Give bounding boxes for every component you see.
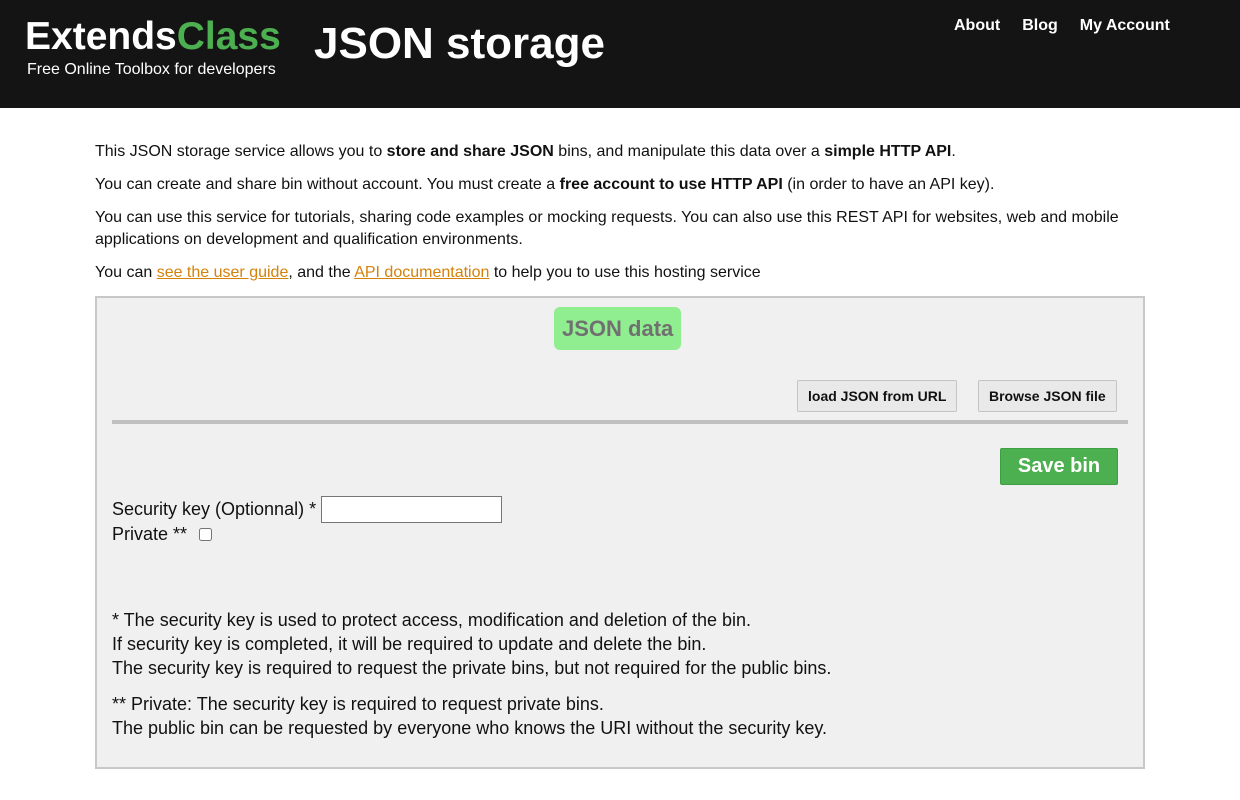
intro-paragraph: This JSON storage service allows you to …	[95, 143, 956, 160]
brand-logo[interactable]: ExtendsClass	[25, 14, 281, 60]
intro-paragraph: You can use this service for tutorials, …	[95, 209, 1119, 248]
top-nav: About Blog My Account	[954, 17, 1170, 35]
note-line: ** Private: The security key is required…	[112, 694, 604, 714]
user-guide-link[interactable]: see the user guide	[157, 264, 289, 281]
note-line: * The security key is used to protect ac…	[112, 610, 752, 630]
page-title: JSON storage	[314, 19, 605, 68]
brand-accent: Class	[176, 15, 281, 58]
private-checkbox[interactable]	[199, 528, 213, 541]
load-json-from-url-button[interactable]: load JSON from URL	[797, 380, 958, 412]
site-header: ExtendsClass Free Online Toolbox for dev…	[0, 0, 1240, 108]
security-notes: * The security key is used to protect ac…	[112, 608, 1122, 740]
nav-about[interactable]: About	[954, 17, 1000, 35]
brand-name: Extends	[25, 15, 177, 58]
private-row: Private **	[112, 524, 213, 545]
json-data-panel: JSON data load JSON from URL Browse JSON…	[95, 296, 1145, 769]
intro-text: This JSON storage service allows you to …	[95, 141, 1145, 295]
intro-paragraph: You can create and share bin without acc…	[95, 176, 995, 193]
note-line: The public bin can be requested by every…	[112, 718, 828, 738]
api-documentation-link[interactable]: API documentation	[354, 264, 489, 281]
intro-paragraph: You can see the user guide, and the API …	[95, 264, 761, 281]
editor-divider	[112, 420, 1128, 424]
note-line: The security key is required to request …	[112, 658, 832, 678]
note-line: If security key is completed, it will be…	[112, 634, 707, 654]
private-label: Private **	[112, 524, 188, 544]
panel-title: JSON data	[554, 307, 682, 350]
save-bin-button[interactable]: Save bin	[1000, 448, 1118, 485]
browse-json-file-button[interactable]: Browse JSON file	[978, 380, 1117, 412]
brand-tagline: Free Online Toolbox for developers	[27, 61, 276, 78]
nav-blog[interactable]: Blog	[1022, 17, 1058, 35]
nav-my-account[interactable]: My Account	[1080, 17, 1170, 35]
security-key-row: Security key (Optionnal) *	[112, 496, 503, 523]
security-key-input[interactable]	[321, 496, 503, 523]
security-key-label: Security key (Optionnal) *	[112, 499, 317, 519]
